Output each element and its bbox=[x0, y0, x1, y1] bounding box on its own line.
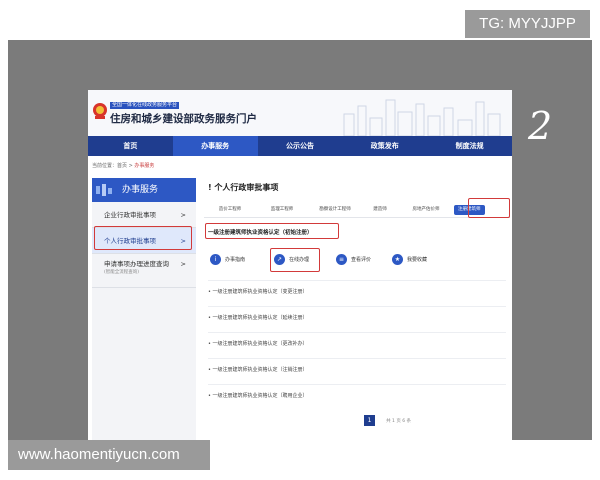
content-title: ! 个人行政审批事项 bbox=[208, 183, 279, 192]
screen-photo: 全国一体化在线政务服务平台 住房和城乡建设部政务服务门户 首页 办事服务 公示公… bbox=[88, 90, 512, 440]
list-item[interactable]: • 一级注册建筑师执业资格认定（注销注册） bbox=[208, 358, 506, 380]
main-nav: 首页 办事服务 公示公告 政策发布 制度法规 bbox=[88, 136, 512, 156]
highlight-selected-item bbox=[205, 223, 339, 239]
pagination: 1 共 1 页 6 条 bbox=[364, 410, 412, 426]
tab-survey-design-engineer[interactable]: 勘察设计工程师 bbox=[308, 202, 362, 217]
nav-item-regulations[interactable]: 制度法规 bbox=[427, 136, 512, 156]
star-icon: ★ bbox=[392, 254, 403, 265]
breadcrumb: 当前位置：首页 > 办事服务 bbox=[92, 162, 154, 169]
sidebar-item-label: 企业行政审批事项 bbox=[104, 211, 156, 219]
tab-constructor[interactable]: 建造师 bbox=[362, 202, 398, 217]
skyline-graphic bbox=[343, 99, 501, 136]
tab-supervision-engineer[interactable]: 监理工程师 bbox=[256, 202, 308, 217]
site-header: 全国一体化在线政务服务平台 住房和城乡建设部政务服务门户 bbox=[88, 90, 512, 136]
nav-item-services[interactable]: 办事服务 bbox=[172, 136, 258, 156]
platform-tag: 全国一体化在线政务服务平台 bbox=[110, 102, 180, 109]
highlight-online-apply bbox=[270, 248, 320, 272]
site-title: 住房和城乡建设部政务服务门户 bbox=[110, 113, 257, 125]
category-tabs: 造价工程师 监理工程师 勘察设计工程师 建造师 房地产估价师 注册建筑师 bbox=[204, 202, 510, 218]
action-label: 查看评价 bbox=[351, 257, 372, 263]
annotation-number: 2 bbox=[528, 104, 553, 148]
nav-item-policies[interactable]: 政策发布 bbox=[342, 136, 427, 156]
breadcrumb-current: 办事服务 bbox=[134, 163, 155, 169]
highlight-tab-architect bbox=[468, 198, 510, 218]
chevron-right-icon: > bbox=[180, 260, 186, 268]
chevron-right-icon: > bbox=[180, 211, 186, 219]
national-emblem-icon bbox=[93, 103, 107, 119]
sidebar-item-label: 申请事项办理进度查询 bbox=[104, 260, 169, 268]
sidebar-title: 办事服务 bbox=[122, 185, 159, 195]
guide-button[interactable]: i 办事指南 bbox=[210, 252, 245, 268]
sidebar-item-progress-query[interactable]: 申请事项办理进度查询 (智能全流程查询) > bbox=[92, 254, 196, 288]
view-rating-button[interactable]: ≡ 查看评价 bbox=[336, 252, 371, 268]
page-total-text: 共 1 页 6 条 bbox=[386, 418, 412, 424]
highlight-sidebar-personal bbox=[94, 226, 192, 250]
sidebar-item-sublabel: (智能全流程查询) bbox=[104, 270, 140, 275]
breadcrumb-prefix[interactable]: 当前位置：首页 > bbox=[92, 163, 133, 169]
watermark-url-badge: www.haomentiyucn.com bbox=[8, 440, 210, 470]
list-icon: ≡ bbox=[336, 254, 347, 265]
service-actions: i 办事指南 ↗ 在线办理 ≡ 查看评价 ★ 我要收藏 bbox=[210, 252, 510, 272]
tab-cost-engineer[interactable]: 造价工程师 bbox=[204, 202, 256, 217]
page-number-button[interactable]: 1 bbox=[364, 415, 375, 426]
action-label: 办事指南 bbox=[225, 257, 246, 263]
list-item[interactable]: • 一级注册建筑师执业资格认定（更改补办） bbox=[208, 332, 506, 354]
watermark-tg-badge: TG: MYYJJPP bbox=[465, 10, 590, 38]
nav-item-announcements[interactable]: 公示公告 bbox=[258, 136, 343, 156]
action-label: 我要收藏 bbox=[407, 257, 428, 263]
list-item[interactable]: • 一级注册建筑师执业资格认定（变更注册） bbox=[208, 280, 506, 302]
tab-real-estate-appraiser[interactable]: 房地产估价师 bbox=[398, 202, 454, 217]
sidebar-item-enterprise[interactable]: 企业行政审批事项 > bbox=[92, 202, 196, 228]
list-item[interactable]: • 一级注册建筑师执业资格认定（延续注册） bbox=[208, 306, 506, 328]
info-icon: i bbox=[210, 254, 221, 265]
list-item[interactable]: • 一级注册建筑师执业资格认定（聘用企业） bbox=[208, 384, 506, 406]
nav-item-home[interactable]: 首页 bbox=[88, 136, 173, 156]
main-content: ! 个人行政审批事项 造价工程师 监理工程师 勘察设计工程师 建造师 房地产估价… bbox=[204, 178, 510, 440]
sidebar-header: 办事服务 bbox=[92, 178, 196, 202]
sidebar-decoration-icon bbox=[96, 184, 112, 196]
sidebar: 办事服务 企业行政审批事项 > 个人行政审批事项 > 申请事项办理进度查询 (智… bbox=[92, 178, 196, 440]
favorite-button[interactable]: ★ 我要收藏 bbox=[392, 252, 427, 268]
